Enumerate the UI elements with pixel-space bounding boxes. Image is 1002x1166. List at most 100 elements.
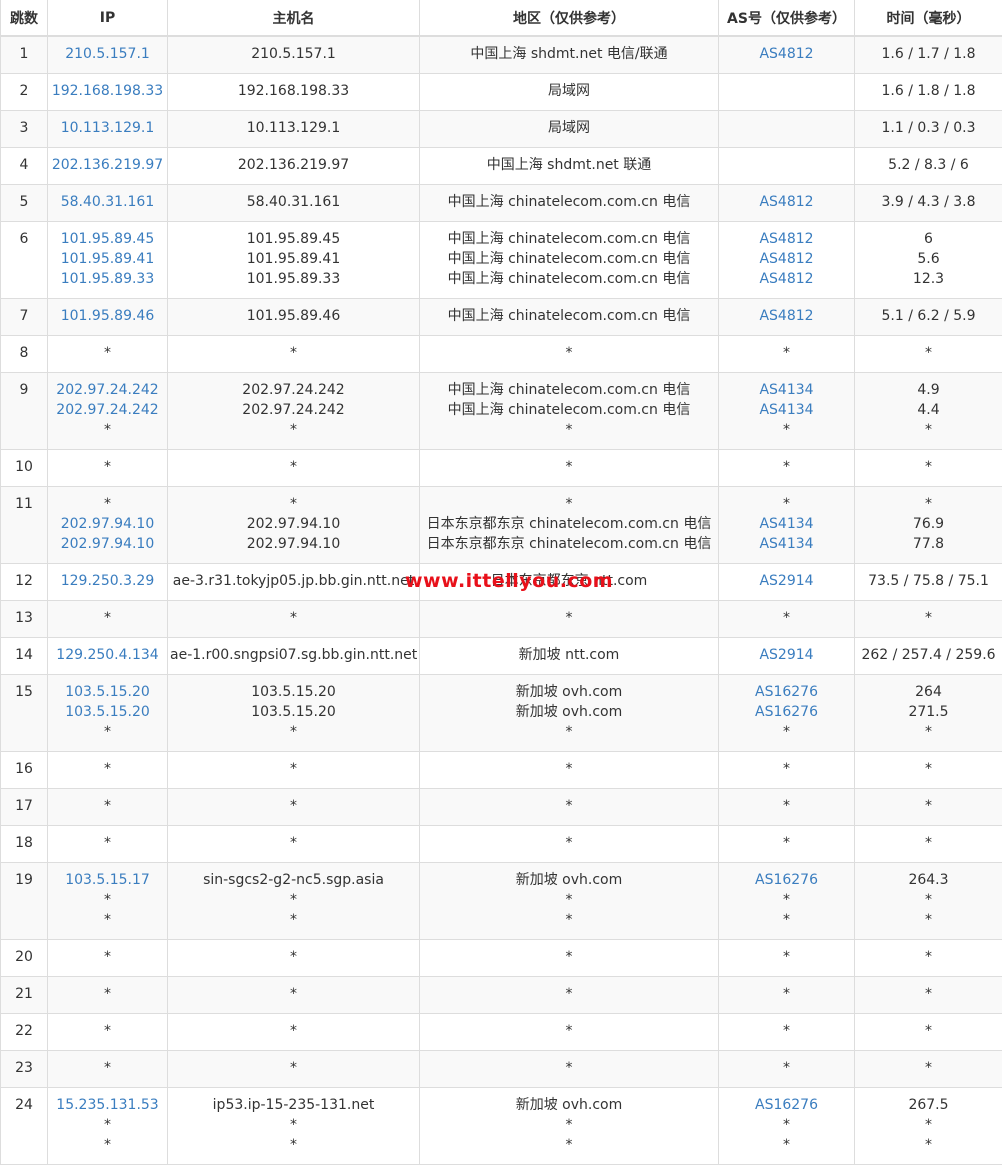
as-value[interactable]: AS4812 xyxy=(721,306,852,326)
location-cell: 中国上海 shdmt.net 联通 xyxy=(419,147,719,185)
header-ip: IP xyxy=(47,0,168,37)
as-value[interactable]: AS16276 xyxy=(721,702,852,722)
time-value: 1.1 / 0.3 / 0.3 xyxy=(881,119,976,136)
host-cell: * xyxy=(167,600,420,638)
location-cell: * xyxy=(419,335,719,373)
ip-value[interactable]: 210.5.157.1 xyxy=(50,44,165,64)
ip-value[interactable]: 103.5.15.17 xyxy=(50,870,165,890)
hop-cell: 1 xyxy=(0,36,48,74)
as-value[interactable]: AS4134 xyxy=(721,380,852,400)
location-cell: * xyxy=(419,600,719,638)
location-cell: 局域网 xyxy=(419,73,719,111)
ip-value[interactable]: 202.97.24.242 xyxy=(50,380,165,400)
time-value: 77.8 xyxy=(912,535,945,552)
hop-cell: 19 xyxy=(0,862,48,940)
header-time: 时间（毫秒） xyxy=(854,0,1002,37)
location-cell: * 日本东京都东京 chinatelecom.com.cn 电信 日本东京都东京 c… xyxy=(419,486,719,564)
location-value: 新加坡 ovh.com xyxy=(515,1096,623,1113)
ip-value[interactable]: 101.95.89.41 xyxy=(50,249,165,269)
host-value: * xyxy=(290,421,297,438)
ip-value[interactable]: 101.95.89.33 xyxy=(50,269,165,289)
as-value[interactable]: AS2914 xyxy=(721,571,852,591)
table-row: 2 192.168.198.33 192.168.198.33 局域网 1.6 / 1.… xyxy=(0,73,1002,111)
location-cell: 新加坡 ovh.com * * xyxy=(419,1087,719,1165)
ip-value[interactable]: 103.5.15.20 xyxy=(50,682,165,702)
location-value: * xyxy=(565,1022,573,1039)
location-value: * xyxy=(565,834,573,851)
host-value: 202.97.94.10 xyxy=(246,515,341,532)
as-value[interactable]: AS16276 xyxy=(721,682,852,702)
ip-cell: * xyxy=(47,1013,168,1051)
table-row: 14 129.250.4.134 ae-1.r00.sngpsi07.sg.bb.g… xyxy=(0,637,1002,675)
host-value: 58.40.31.161 xyxy=(246,193,341,210)
ip-value[interactable]: 58.40.31.161 xyxy=(50,192,165,212)
ip-value: * xyxy=(104,344,111,361)
time-cell: * xyxy=(854,976,1002,1014)
as-value: * xyxy=(783,1059,790,1076)
location-value: * xyxy=(565,1136,573,1153)
ip-cell: 103.5.15.17 * * xyxy=(47,862,168,940)
ip-value[interactable]: 10.113.129.1 xyxy=(50,118,165,138)
location-cell: * xyxy=(419,976,719,1014)
as-value xyxy=(721,118,852,138)
as-value: * xyxy=(783,797,790,814)
as-value[interactable]: AS4812 xyxy=(721,192,852,212)
host-value: 101.95.89.45 xyxy=(246,230,341,247)
hop-cell: 6 xyxy=(0,221,48,299)
as-value[interactable]: AS4134 xyxy=(721,534,852,554)
as-cell: * xyxy=(718,939,855,977)
ip-value[interactable]: 101.95.89.46 xyxy=(50,306,165,326)
ip-value: * xyxy=(104,760,111,777)
location-value: 新加坡 ovh.com xyxy=(515,703,623,720)
ip-value[interactable]: 202.97.94.10 xyxy=(50,534,165,554)
as-value[interactable]: AS4812 xyxy=(721,229,852,249)
as-cell: AS4134 AS4134 * xyxy=(718,372,855,450)
ip-value[interactable]: 192.168.198.33 xyxy=(50,81,165,101)
as-value[interactable]: AS4134 xyxy=(721,514,852,534)
host-cell: * xyxy=(167,976,420,1014)
host-value: 210.5.157.1 xyxy=(251,46,336,62)
ip-value[interactable]: 129.250.3.29 xyxy=(50,571,165,591)
watermark: www.ittellyou.com xyxy=(405,570,614,592)
ip-value[interactable]: 202.136.219.97 xyxy=(50,155,165,175)
as-cell xyxy=(718,73,855,111)
as-value[interactable]: AS4812 xyxy=(721,249,852,269)
host-cell: ae-1.r00.sngpsi07.sg.bb.gin.ntt.net xyxy=(167,637,420,675)
location-cell: * xyxy=(419,1050,719,1088)
as-value[interactable]: AS16276 xyxy=(721,870,852,890)
as-value[interactable]: AS4134 xyxy=(721,400,852,420)
time-cell: 1.6 / 1.8 / 1.8 xyxy=(854,73,1002,111)
host-value: 202.97.24.242 xyxy=(242,401,345,418)
as-value[interactable]: AS4812 xyxy=(721,269,852,289)
time-value: * xyxy=(925,1116,932,1133)
time-value: 1.6 / 1.7 / 1.8 xyxy=(881,46,976,62)
time-cell: 1.1 / 0.3 / 0.3 xyxy=(854,110,1002,148)
host-value: 202.97.24.242 xyxy=(242,381,345,398)
host-value: ae-3.r31.tokyjp05.jp.bb.gin.ntt.net xyxy=(172,572,415,589)
ip-value[interactable]: 15.235.131.53 xyxy=(50,1095,165,1115)
as-value[interactable]: AS2914 xyxy=(721,645,852,665)
as-cell: * xyxy=(718,825,855,863)
as-cell: * AS4134 AS4134 xyxy=(718,486,855,564)
time-value: 5.1 / 6.2 / 5.9 xyxy=(881,307,976,324)
as-value[interactable]: AS16276 xyxy=(721,1095,852,1115)
hop-cell: 18 xyxy=(0,825,48,863)
ip-value: * xyxy=(104,421,111,438)
ip-value[interactable]: 129.250.4.134 xyxy=(50,645,165,665)
table-row: 9 202.97.24.242 202.97.24.242 * 202.97.24.24… xyxy=(0,372,1002,450)
location-value: 中国上海 chinatelecom.com.cn 电信 xyxy=(447,193,691,210)
time-cell: 5.2 / 8.3 / 6 xyxy=(854,147,1002,185)
ip-value[interactable]: 101.95.89.45 xyxy=(50,229,165,249)
location-value: * xyxy=(565,985,573,1002)
as-value[interactable]: AS4812 xyxy=(721,44,852,64)
time-value: * xyxy=(925,985,932,1002)
time-value: 4.9 xyxy=(917,381,940,398)
ip-value[interactable]: 202.97.24.242 xyxy=(50,400,165,420)
hop-cell: 20 xyxy=(0,939,48,977)
ip-cell: * xyxy=(47,335,168,373)
hop-cell: 21 xyxy=(0,976,48,1014)
ip-value[interactable]: 103.5.15.20 xyxy=(50,702,165,722)
ip-value[interactable]: 202.97.94.10 xyxy=(50,514,165,534)
location-cell: 新加坡 ntt.com xyxy=(419,637,719,675)
location-cell: * xyxy=(419,1013,719,1051)
